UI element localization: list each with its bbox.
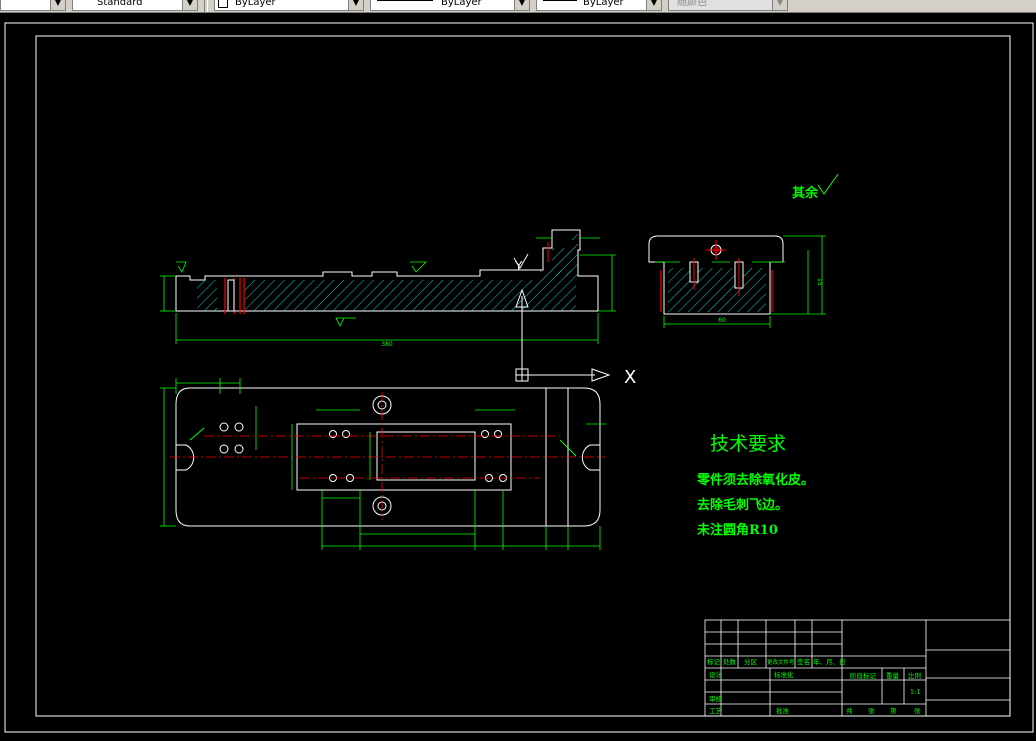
- chevron-down-icon[interactable]: ▼: [646, 0, 661, 10]
- axis-x-label: X: [624, 367, 636, 388]
- chevron-down-icon[interactable]: ▼: [514, 0, 529, 10]
- tech-line-2: 去除毛刺飞边。: [697, 497, 788, 513]
- tb-scale-value: 1:1: [910, 688, 920, 696]
- tb-sheet-no: 第: [890, 706, 897, 715]
- tb-standard: 标准化: [774, 670, 794, 679]
- title-block: [704, 619, 1011, 717]
- side-view: 60 15: [648, 235, 826, 328]
- sheet-border-inner: [35, 35, 1011, 717]
- lineweight-combo[interactable]: ByLayer ▼: [536, 0, 662, 11]
- color-swatch-icon: [218, 0, 228, 8]
- color-value: 随颜色: [677, 0, 707, 8]
- side-dim-height: 15: [816, 278, 823, 286]
- lineweight-value: ByLayer: [583, 0, 624, 8]
- tb-zone: 分区: [744, 657, 758, 666]
- tb-review: 审核: [709, 694, 723, 703]
- toolbar-separator: [204, 0, 208, 12]
- tb-process: 工艺: [709, 707, 723, 715]
- cad-drawing[interactable]: 380 X Y 60 15 其余 技术要求 零件须去除氧化皮。 去除毛刺飞边。 …: [0, 13, 1036, 737]
- tb-sheet-unit-2: 张: [914, 706, 921, 715]
- tb-approve: 批准: [776, 706, 790, 715]
- tech-line-1: 零件须去除氧化皮。: [696, 472, 814, 488]
- layer-value: ByLayer: [235, 0, 276, 8]
- textstyle-combo[interactable]: Standard ▼: [72, 0, 198, 11]
- tb-sheet-unit: 张: [868, 706, 875, 715]
- top-view: [160, 378, 606, 550]
- chevron-down-icon[interactable]: ▼: [50, 0, 65, 10]
- lineweight-preview-icon: [543, 0, 577, 1]
- tb-weight: 重量: [886, 672, 900, 680]
- tb-sheets: 共: [846, 706, 853, 715]
- linetype-preview-icon: [377, 0, 433, 1]
- tb-stage-mark: 阶段标记: [850, 671, 877, 680]
- sheet-border-outer: [4, 22, 1034, 733]
- tb-sign: 签名: [797, 657, 810, 666]
- tech-line-3: 未注圆角R10: [696, 522, 778, 538]
- tb-count: 处数: [723, 657, 737, 666]
- tb-change-doc: 更改文件号: [767, 658, 795, 666]
- chevron-down-icon[interactable]: ▼: [348, 0, 363, 10]
- color-combo[interactable]: 随颜色 ▼: [668, 0, 788, 11]
- front-dim-total: 380: [381, 341, 393, 348]
- chevron-down-icon[interactable]: ▼: [182, 0, 197, 10]
- chevron-down-icon[interactable]: ▼: [772, 0, 787, 10]
- layer-combo[interactable]: ByLayer ▼: [214, 0, 364, 11]
- tb-date: 年、月、日: [813, 657, 846, 666]
- linetype-value: ByLayer: [441, 0, 482, 8]
- title-block-text: 标记 处数 分区 更改文件号 签名 年、月、日 设计 标准化 阶段标记 重量 比…: [707, 657, 921, 715]
- tb-design: 设计: [709, 670, 723, 679]
- textstyle-value: Standard: [97, 0, 143, 8]
- tb-scale: 比例: [908, 671, 921, 680]
- axis-y-label: Y: [514, 259, 523, 273]
- technical-requirements: 技术要求 零件须去除氧化皮。 去除毛刺飞边。 未注圆角R10: [696, 433, 814, 538]
- tech-title: 技术要求: [710, 433, 786, 455]
- properties-toolbar: ▼ Standard ▼ ByLayer ▼ ByLayer ▼ ByLayer…: [0, 0, 1036, 13]
- front-view: 380: [160, 229, 616, 348]
- drawing-canvas[interactable]: 380 X Y 60 15 其余 技术要求 零件须去除氧化皮。 去除毛刺飞边。 …: [0, 13, 1036, 737]
- side-dim-width: 60: [718, 317, 726, 324]
- textstyle-arrow-combo[interactable]: ▼: [0, 0, 66, 11]
- tb-mark: 标记: [707, 657, 721, 666]
- linetype-combo[interactable]: ByLayer ▼: [370, 0, 530, 11]
- roughness-note: 其余: [792, 185, 819, 201]
